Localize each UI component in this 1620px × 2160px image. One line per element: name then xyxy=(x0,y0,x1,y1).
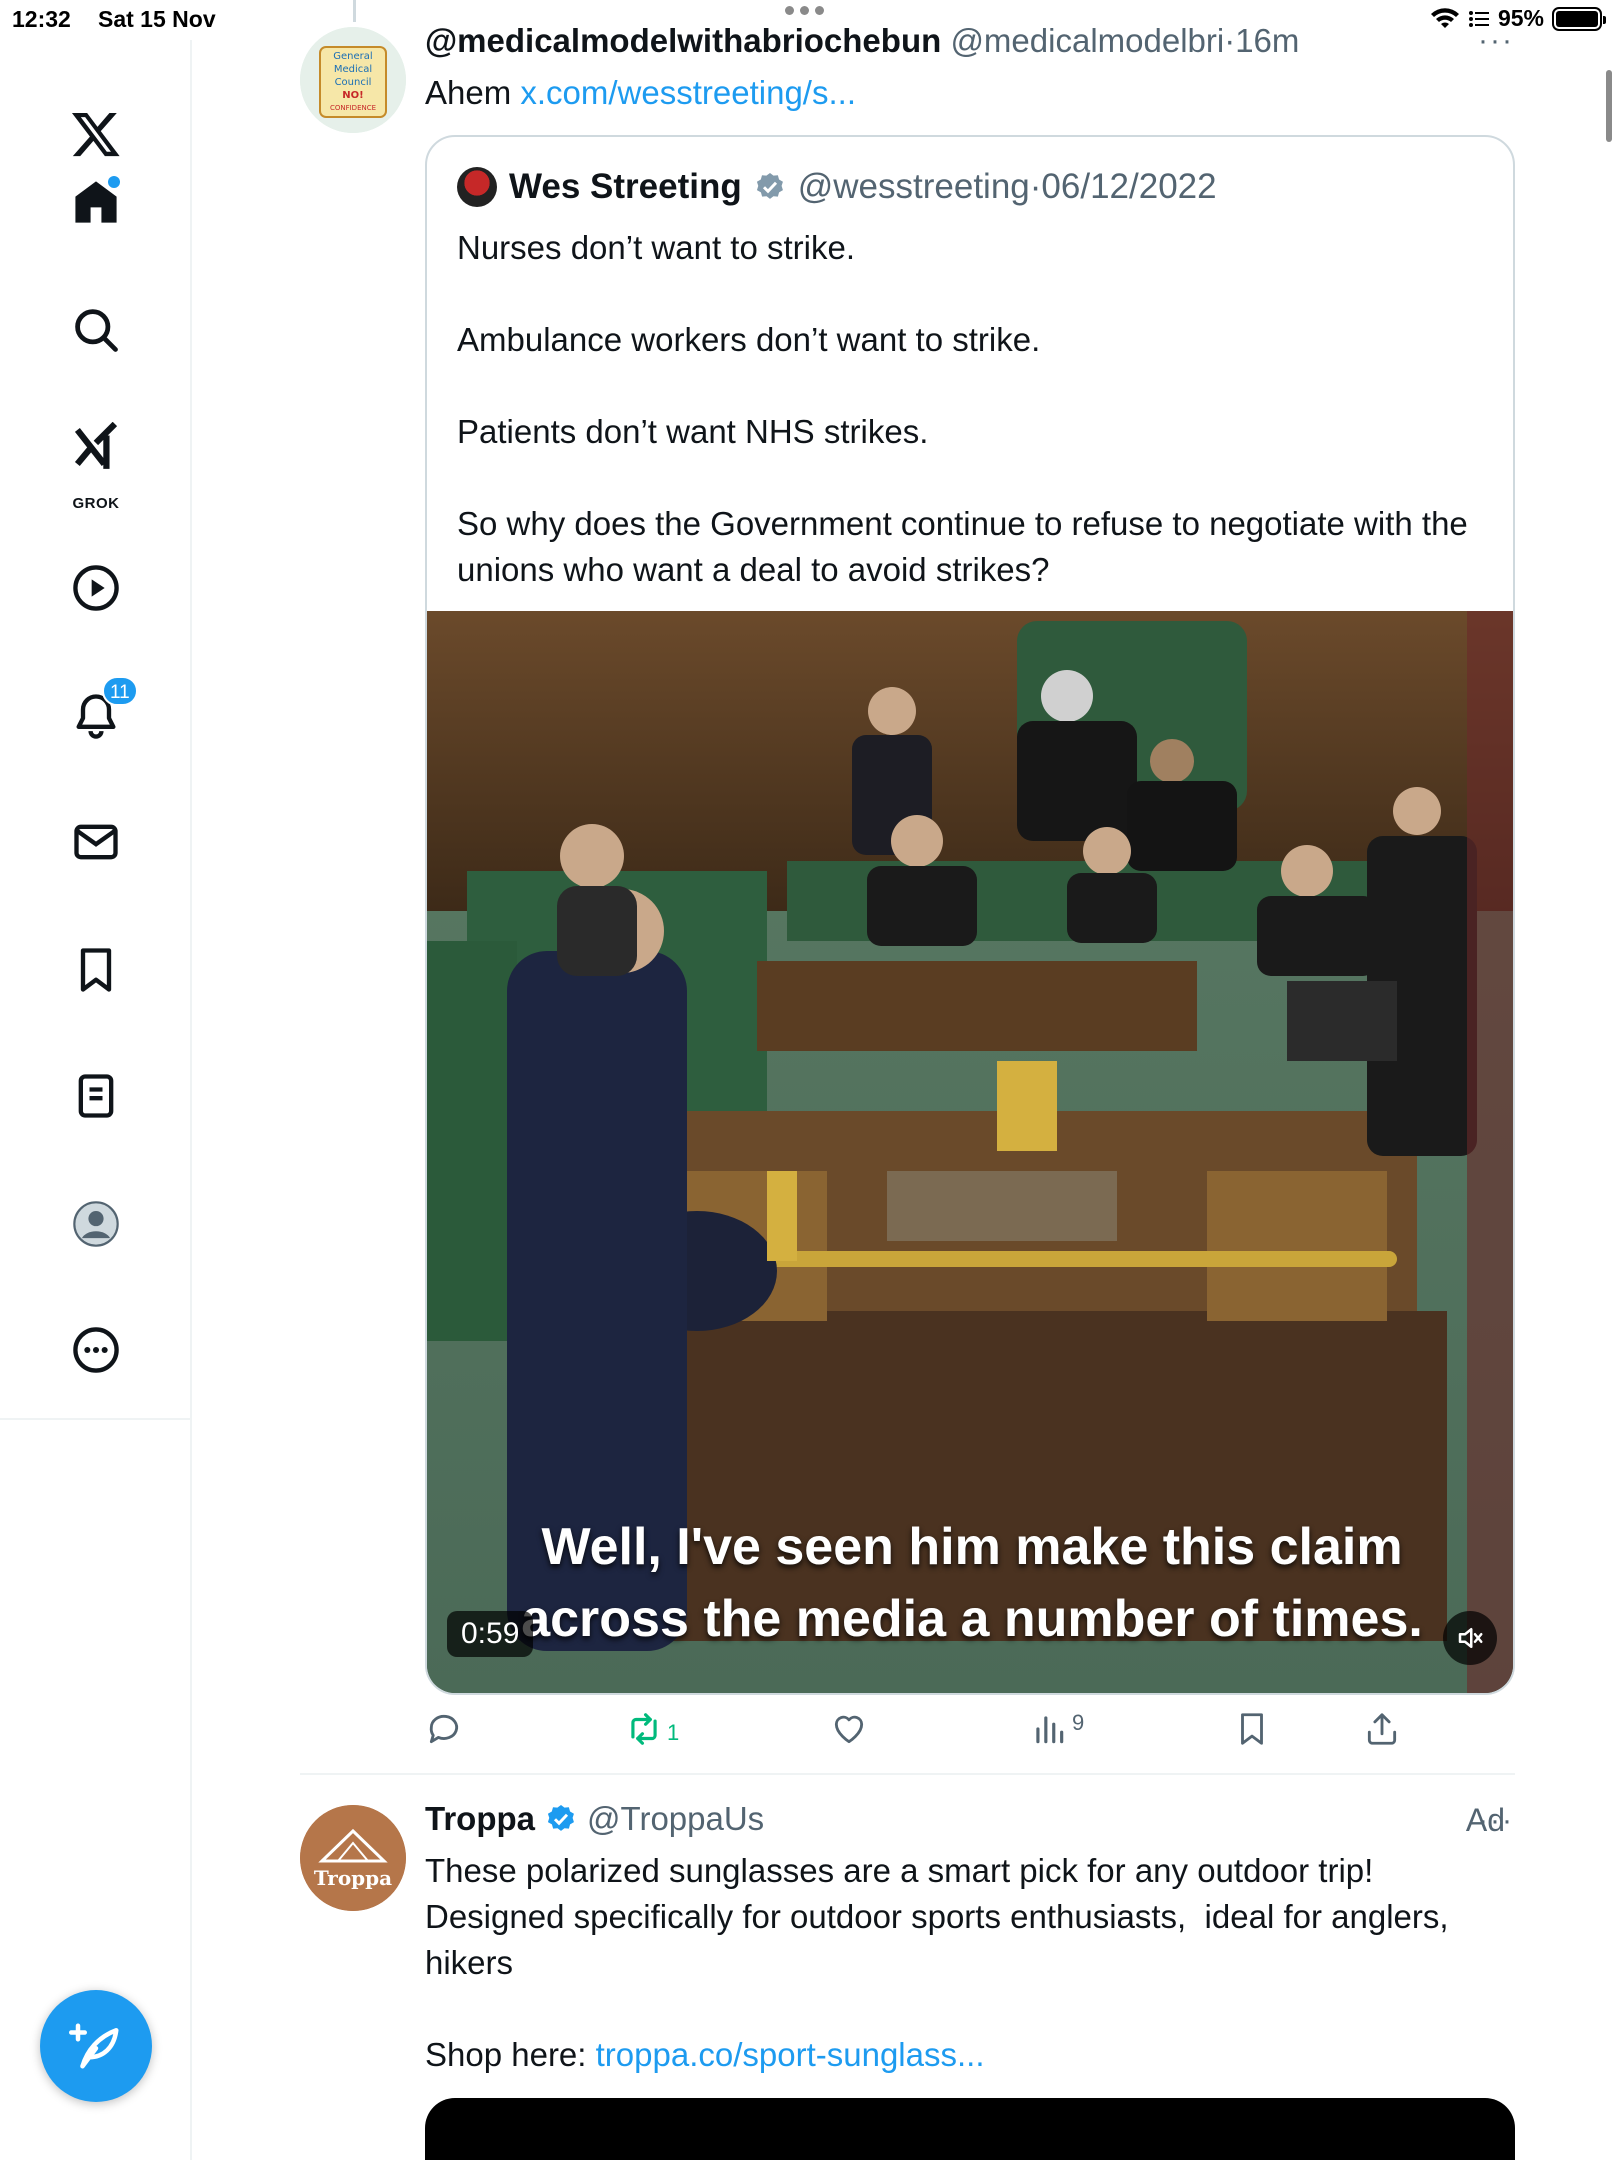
nav-home[interactable] xyxy=(52,158,140,246)
mute-button[interactable] xyxy=(1443,1611,1497,1665)
repost-button[interactable]: 1 xyxy=(625,1710,679,1760)
tweet-text: Ahem x.com/wesstreeting/s... xyxy=(425,70,856,116)
more-circle-icon xyxy=(73,1327,119,1373)
like-button[interactable] xyxy=(830,1710,868,1760)
status-date: Sat 15 Nov xyxy=(98,6,216,32)
list-icon xyxy=(78,1074,114,1118)
compose-feather-icon xyxy=(69,2023,119,2069)
play-circle-icon xyxy=(73,565,119,611)
search-icon xyxy=(75,309,118,352)
nav-lists[interactable] xyxy=(52,1052,140,1140)
status-right: 95% xyxy=(1430,5,1606,32)
reply-button[interactable] xyxy=(425,1710,463,1760)
nav-messages[interactable] xyxy=(52,798,140,886)
tweet-display-name[interactable]: @medicalmodelwithabriochebun xyxy=(425,22,941,59)
notifications-badge: 11 xyxy=(102,676,138,706)
home-unread-dot xyxy=(108,176,120,188)
reply-icon xyxy=(429,1714,459,1744)
nav-grok[interactable]: GROK xyxy=(52,410,140,518)
ad-media[interactable] xyxy=(425,2098,1515,2160)
quoted-display-name[interactable]: Wes Streeting xyxy=(509,167,742,207)
tweet-separator: · xyxy=(1224,22,1236,59)
bookmark-icon xyxy=(80,948,112,992)
quoted-text: Nurses don’t want to strike. Ambulance w… xyxy=(457,229,1468,588)
gmc-avatar-image: General Medical Council NO! CONFIDENCE xyxy=(300,27,406,133)
nav-profile[interactable] xyxy=(52,1180,140,1268)
quoted-header: Wes Streeting @wesstreeting·06/12/2022 xyxy=(457,167,1217,207)
battery-icon xyxy=(1552,6,1606,31)
sidebar-separator xyxy=(0,1418,192,1420)
ad-avatar-text: Troppa xyxy=(314,1866,392,1890)
ad-text: These polarized sunglasses are a smart p… xyxy=(425,1852,1449,1981)
nav-more[interactable] xyxy=(52,1306,140,1394)
tweet-divider xyxy=(300,1773,1515,1775)
quoted-handle[interactable]: @wesstreeting xyxy=(798,167,1030,206)
quoted-avatar[interactable] xyxy=(457,167,497,207)
status-time: 12:32 xyxy=(12,6,71,32)
tweet-more-button[interactable]: ··· xyxy=(1478,24,1514,58)
avatar-line-1: General xyxy=(333,51,372,62)
ad-shop-link[interactable]: troppa.co/sport-sunglass... xyxy=(596,2036,985,2073)
avatar-line-2: Medical xyxy=(334,64,372,75)
caption-line-1: Well, I've seen him make this claim xyxy=(541,1518,1403,1576)
video-caption: Well, I've seen him make this claim acro… xyxy=(427,1511,1513,1655)
tweet-avatar[interactable]: General Medical Council NO! CONFIDENCE xyxy=(300,27,406,133)
muted-speaker-icon xyxy=(1458,1628,1483,1648)
ad-more-button[interactable]: ··· xyxy=(1478,1804,1514,1838)
tweet-actions: 1 9 xyxy=(425,1710,1425,1760)
grok-icon xyxy=(74,422,118,469)
tweet-link[interactable]: x.com/wesstreeting/s... xyxy=(520,74,856,111)
ad-display-name[interactable]: Troppa xyxy=(425,1800,535,1838)
verified-blue-icon xyxy=(547,1805,574,1831)
nav-explore[interactable] xyxy=(52,286,140,374)
bookmark-icon xyxy=(1241,1713,1263,1745)
quoted-separator: · xyxy=(1029,167,1042,206)
x-logo-icon xyxy=(71,112,120,157)
repost-icon xyxy=(631,1713,657,1745)
views-chart-icon xyxy=(1036,1716,1064,1744)
grok-label: GROK xyxy=(72,495,120,512)
views-button[interactable]: 9 xyxy=(1030,1710,1084,1760)
multitasking-dots[interactable] xyxy=(785,6,833,22)
thread-line xyxy=(353,0,356,22)
caption-line-2: across the media a number of times. xyxy=(521,1590,1423,1648)
ad-shop-line: Shop here: troppa.co/sport-sunglass... xyxy=(425,2032,985,2078)
repost-count: 1 xyxy=(667,1720,680,1745)
avatar-line-4: NO! xyxy=(342,90,363,101)
ad-shop-prefix: Shop here: xyxy=(425,2036,596,2073)
ad-avatar[interactable]: Troppa xyxy=(300,1805,406,1911)
tweet-handle[interactable]: @medicalmodelbri xyxy=(950,22,1224,59)
quoted-tweet[interactable]: Wes Streeting @wesstreeting·06/12/2022 N… xyxy=(425,135,1515,1695)
tweet-time[interactable]: 16m xyxy=(1235,22,1299,59)
nav-bookmarks[interactable] xyxy=(52,926,140,1014)
scrollbar[interactable] xyxy=(1606,70,1612,142)
views-count: 9 xyxy=(1072,1710,1085,1735)
mail-icon xyxy=(74,824,118,860)
share-icon xyxy=(1367,1713,1397,1745)
ad-handle[interactable]: @TroppaUs xyxy=(587,1800,764,1838)
nav-video[interactable] xyxy=(52,544,140,632)
tweet-header: @medicalmodelwithabriochebun @medicalmod… xyxy=(425,22,1299,60)
quoted-date[interactable]: 06/12/2022 xyxy=(1041,167,1216,206)
compose-button[interactable] xyxy=(40,1990,152,2102)
ad-header: Troppa @TroppaUs xyxy=(425,1800,764,1838)
avatar-line-5: CONFIDENCE xyxy=(330,104,376,112)
wifi-icon xyxy=(1430,7,1459,28)
sidebar: GROK 11 xyxy=(0,40,192,2160)
tweet-text-prefix: Ahem xyxy=(425,74,521,111)
bookmark-button[interactable] xyxy=(1233,1710,1271,1760)
troppa-logo: Troppa xyxy=(300,1805,406,1911)
avatar-line-3: Council xyxy=(335,77,372,88)
nav-notifications[interactable]: 11 xyxy=(52,672,140,760)
video-player[interactable]: Well, I've seen him make this claim acro… xyxy=(427,611,1513,1693)
share-button[interactable] xyxy=(1363,1710,1401,1760)
video-duration: 0:59 xyxy=(447,1611,534,1657)
heart-icon xyxy=(834,1715,864,1744)
profile-avatar-icon xyxy=(73,1201,119,1247)
verified-grey-icon xyxy=(756,173,783,199)
